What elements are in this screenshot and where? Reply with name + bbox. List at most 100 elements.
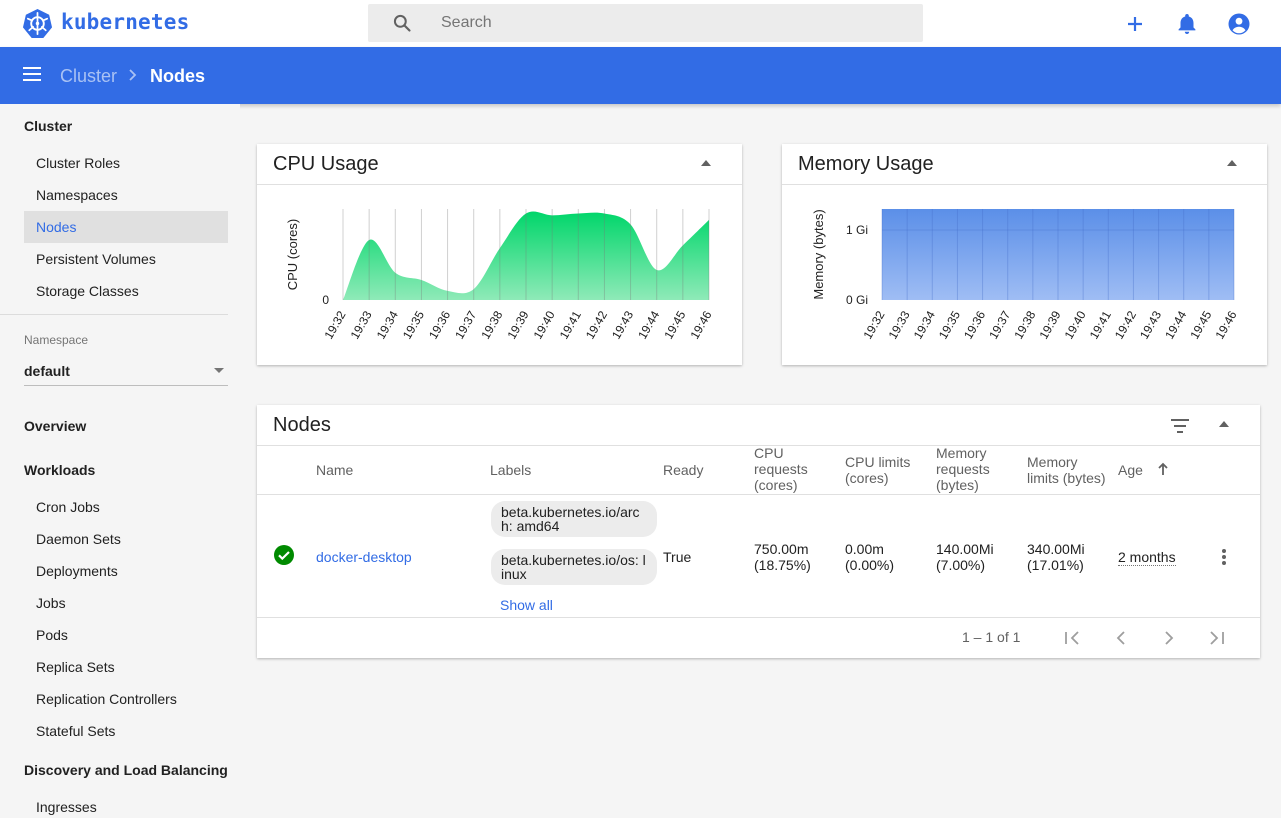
x-tick-label: 19:40 bbox=[1062, 308, 1089, 341]
sidebar-item-namespaces[interactable]: Namespaces bbox=[24, 179, 228, 211]
sidebar-item-storage-classes[interactable]: Storage Classes bbox=[24, 275, 228, 307]
sidebar-item-persistent-volumes[interactable]: Persistent Volumes bbox=[24, 243, 228, 275]
show-all-labels-link[interactable]: Show all bbox=[500, 597, 553, 613]
x-tick-label: 19:41 bbox=[557, 308, 584, 341]
sidebar-item-nodes[interactable]: Nodes bbox=[24, 211, 228, 243]
y-tick-label: 1 Gi bbox=[846, 223, 868, 237]
sidebar-item-ingresses[interactable]: Ingresses bbox=[24, 791, 228, 818]
search-icon bbox=[393, 14, 411, 32]
collapse-arrow-icon[interactable] bbox=[1219, 421, 1229, 427]
breadcrumb-current: Nodes bbox=[150, 66, 206, 86]
sidebar-item-deployments[interactable]: Deployments bbox=[24, 555, 228, 587]
y-tick-label: 0 bbox=[322, 293, 329, 307]
x-tick-label: 19:36 bbox=[426, 308, 453, 341]
x-tick-label: 19:39 bbox=[504, 308, 531, 341]
app-brand[interactable]: kubernetes bbox=[61, 10, 189, 34]
column-header-name[interactable]: Name bbox=[316, 462, 353, 478]
add-icon[interactable] bbox=[1123, 12, 1147, 36]
filter-icon[interactable] bbox=[1171, 419, 1189, 433]
x-tick-label: 19:34 bbox=[911, 308, 938, 341]
node-age[interactable]: 2 months bbox=[1118, 549, 1176, 566]
x-tick-label: 19:33 bbox=[348, 308, 375, 341]
bell-icon[interactable] bbox=[1175, 12, 1199, 36]
nodes-card-title: Nodes bbox=[273, 414, 331, 436]
sidebar-item-jobs[interactable]: Jobs bbox=[24, 587, 228, 619]
x-tick-label: 19:42 bbox=[1112, 308, 1139, 341]
top-bar: kubernetes bbox=[0, 0, 1281, 47]
sidebar-item-cluster-roles[interactable]: Cluster Roles bbox=[24, 147, 228, 179]
node-cpu-requests: 750.00m (18.75%) bbox=[754, 541, 811, 573]
next-page-icon[interactable] bbox=[1163, 631, 1175, 645]
x-tick-label: 19:37 bbox=[986, 308, 1013, 341]
x-tick-label: 19:41 bbox=[1087, 308, 1114, 341]
node-ready-status: True bbox=[663, 549, 692, 565]
node-name-link[interactable]: docker-desktop bbox=[316, 549, 412, 565]
search-input[interactable] bbox=[441, 4, 901, 42]
sort-arrow-up-icon[interactable] bbox=[1157, 462, 1169, 476]
sidebar-item-stateful-sets[interactable]: Stateful Sets bbox=[24, 715, 228, 747]
sidebar-heading-cluster[interactable]: Cluster bbox=[24, 118, 72, 134]
namespace-label: Namespace bbox=[24, 333, 89, 347]
nodes-table-card: Nodes Name Labels Ready CPU requests (co… bbox=[257, 405, 1260, 658]
x-tick-label: 19:34 bbox=[374, 308, 401, 341]
previous-page-icon[interactable] bbox=[1115, 631, 1127, 645]
y-axis-label: Memory (bytes) bbox=[811, 209, 826, 299]
page-header-bar: Cluster Nodes bbox=[0, 47, 1281, 104]
sidebar-item-replica-sets[interactable]: Replica Sets bbox=[24, 651, 228, 683]
x-tick-label: 19:32 bbox=[860, 308, 887, 341]
x-tick-label: 19:38 bbox=[1011, 308, 1038, 341]
label-chip: beta.kubernetes.io/arch: amd64 bbox=[491, 501, 657, 537]
column-header-ready: Ready bbox=[663, 462, 704, 478]
last-page-icon[interactable] bbox=[1207, 631, 1225, 645]
memory-usage-card: Memory Usage 19:32 19:33 19:34 19:35 19:36 19… bbox=[782, 144, 1267, 365]
cpu-card-title: CPU Usage bbox=[273, 153, 379, 175]
y-tick-label: 0 Gi bbox=[846, 293, 868, 307]
sidebar-heading-overview[interactable]: Overview bbox=[24, 418, 86, 434]
x-tick-label: 19:32 bbox=[321, 308, 348, 341]
breadcrumb-cluster[interactable]: Cluster bbox=[60, 66, 117, 87]
node-memory-limits: 340.00Mi (17.01%) bbox=[1027, 541, 1085, 573]
x-tick-label: 19:43 bbox=[1137, 308, 1164, 341]
chevron-right-icon bbox=[129, 69, 137, 81]
x-tick-label: 19:44 bbox=[635, 308, 662, 341]
x-tick-label: 19:46 bbox=[1212, 308, 1239, 341]
search-box[interactable] bbox=[368, 4, 923, 42]
footer-divider bbox=[257, 617, 1260, 618]
sidebar-item-pods[interactable]: Pods bbox=[24, 619, 228, 651]
sidebar-item-cron-jobs[interactable]: Cron Jobs bbox=[24, 491, 228, 523]
x-tick-label: 19:35 bbox=[400, 308, 427, 341]
x-tick-label: 19:36 bbox=[961, 308, 988, 341]
sidebar-item-daemon-sets[interactable]: Daemon Sets bbox=[24, 523, 228, 555]
sidebar-heading-discovery[interactable]: Discovery and Load Balancing bbox=[24, 762, 228, 778]
x-tick-label: 19:38 bbox=[478, 308, 505, 341]
x-tick-label: 19:44 bbox=[1162, 308, 1189, 341]
table-row: docker-desktop beta.kubernetes.io/arch: … bbox=[257, 495, 1260, 617]
column-header-age[interactable]: Age bbox=[1118, 462, 1143, 478]
memory-usage-chart: 19:3219:3319:3419:3519:3619:3719:3819:39… bbox=[811, 209, 1240, 342]
label-chip: beta.kubernetes.io/os: linux bbox=[491, 549, 657, 585]
memory-card-title: Memory Usage bbox=[798, 153, 934, 175]
x-tick-label: 19:33 bbox=[886, 308, 913, 341]
sidebar: Cluster Cluster Roles Namespaces Nodes P… bbox=[0, 104, 240, 818]
namespace-select[interactable]: default bbox=[24, 356, 228, 386]
sidebar-item-replication-controllers[interactable]: Replication Controllers bbox=[24, 683, 228, 715]
first-page-icon[interactable] bbox=[1064, 631, 1082, 645]
cpu-usage-chart: 19:32 19:33 19:34 19:35 19:36 19:37 19:38 19:39… bbox=[285, 209, 715, 342]
x-tick-label: 19:40 bbox=[531, 308, 558, 341]
x-tick-label: 19:37 bbox=[452, 308, 479, 341]
namespace-value: default bbox=[24, 363, 70, 379]
y-axis-label: CPU (cores) bbox=[285, 219, 300, 291]
sidebar-heading-workloads[interactable]: Workloads bbox=[24, 462, 95, 478]
collapse-arrow-icon[interactable] bbox=[701, 160, 711, 166]
collapse-arrow-icon[interactable] bbox=[1227, 160, 1237, 166]
node-memory-requests: 140.00Mi (7.00%) bbox=[936, 541, 994, 573]
kubernetes-logo-icon[interactable] bbox=[22, 8, 53, 39]
account-circle-icon[interactable] bbox=[1227, 12, 1251, 36]
column-header-memory-requests: Memory requests (bytes) bbox=[936, 445, 990, 493]
x-tick-label: 19:43 bbox=[609, 308, 636, 341]
more-vert-icon[interactable] bbox=[1221, 548, 1227, 566]
x-tick-label: 19:39 bbox=[1036, 308, 1063, 341]
x-tick-label: 19:46 bbox=[687, 308, 714, 341]
menu-icon[interactable] bbox=[22, 64, 42, 84]
x-tick-label: 19:35 bbox=[936, 308, 963, 341]
